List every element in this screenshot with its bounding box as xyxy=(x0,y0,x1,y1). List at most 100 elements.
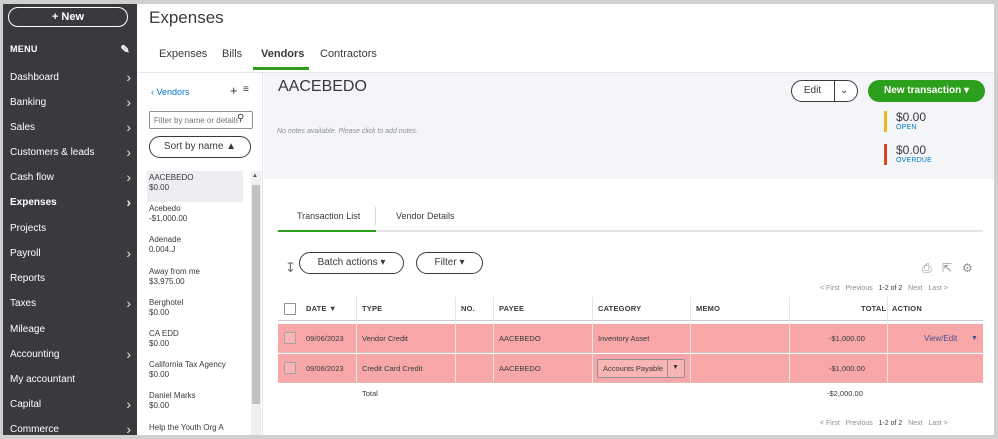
new-button[interactable]: + New xyxy=(8,7,128,27)
edit-button[interactable]: Edit ⌄ xyxy=(791,80,858,102)
vendor-list-item[interactable]: Daniel Marks $0.00 xyxy=(149,389,245,420)
pager-first: < First xyxy=(820,420,840,427)
tab-transaction-list[interactable]: Transaction List xyxy=(297,211,360,221)
batch-actions-label: Batch actions xyxy=(317,257,378,268)
vendor-list-item[interactable]: Berghotel $0.00 xyxy=(149,296,245,327)
sidebar-item-my-accountant[interactable]: My accountant xyxy=(10,369,133,391)
sort-arrow-icon[interactable]: ↧ xyxy=(285,260,296,276)
vendor-name: Daniel Marks xyxy=(149,391,196,400)
vendor-list-item[interactable]: Help the Youth Org A xyxy=(149,421,245,435)
divider xyxy=(277,230,983,232)
sidebar-item-payroll[interactable]: Payroll › xyxy=(10,243,133,265)
table-total-row: Total -$2,000.00 xyxy=(278,382,983,404)
chevron-right-icon: › xyxy=(126,421,131,437)
sidebar-item-capital[interactable]: Capital › xyxy=(10,394,133,416)
table-row[interactable]: 09/06/2023 Vendor Credit AACEBEDO Invent… xyxy=(278,324,983,353)
vendor-list-item[interactable]: Acebedo -$1,000.00 xyxy=(149,202,245,233)
sidebar-item-label: Taxes xyxy=(10,298,37,309)
view-edit-link[interactable]: View/Edit xyxy=(924,334,957,343)
total-label: Total xyxy=(362,389,378,398)
sidebar-item-projects[interactable]: Projects xyxy=(10,218,133,240)
column-header-payee[interactable]: PAYEE xyxy=(499,304,524,313)
column-header-no[interactable]: NO. xyxy=(461,304,475,313)
cell-payee: AACEBEDO xyxy=(499,364,541,373)
filter-button[interactable]: Filter ▾ xyxy=(416,252,483,274)
chevron-right-icon: › xyxy=(126,194,131,210)
column-header-date[interactable]: DATE ▼ xyxy=(306,304,337,313)
sidebar-item-reports[interactable]: Reports xyxy=(10,268,133,290)
sort-by-name-button[interactable]: Sort by name ▲ xyxy=(149,136,251,158)
gear-icon[interactable]: ⚙ xyxy=(962,261,973,275)
tab-expenses[interactable]: Expenses xyxy=(159,48,207,70)
total-value: -$2,000.00 xyxy=(827,389,863,398)
menu-header: MENU ✎ xyxy=(10,44,132,60)
sidebar-item-commerce[interactable]: Commerce › xyxy=(10,419,133,437)
sidebar-item-dashboard[interactable]: Dashboard › xyxy=(10,67,133,89)
print-icon[interactable]: ⎙ xyxy=(922,261,932,276)
chevron-down-icon[interactable]: ▼ xyxy=(971,335,978,342)
pager-next: Next xyxy=(908,420,923,427)
chevron-right-icon: › xyxy=(126,144,131,160)
sidebar-item-sales[interactable]: Sales › xyxy=(10,117,133,139)
cell-total: -$1,000.00 xyxy=(829,334,865,343)
edit-label: Edit xyxy=(803,85,822,96)
vendor-name: California Tax Agency xyxy=(149,360,226,369)
sidebar-item-banking[interactable]: Banking › xyxy=(10,92,133,114)
sidebar-item-label: Accounting xyxy=(10,349,60,360)
category-select[interactable]: Accounts Payable ▼ xyxy=(597,359,685,378)
sidebar-item-expenses[interactable]: Expenses › xyxy=(10,192,133,214)
sidebar-item-mileage[interactable]: Mileage xyxy=(10,319,133,341)
sidebar-item-cash-flow[interactable]: Cash flow › xyxy=(10,167,133,189)
select-all-checkbox[interactable] xyxy=(284,303,296,315)
column-divider xyxy=(356,297,357,383)
sidebar-item-customers-leads[interactable]: Customers & leads › xyxy=(10,142,133,164)
chevron-right-icon: › xyxy=(126,295,131,311)
pencil-icon[interactable]: ✎ xyxy=(120,43,130,56)
scrollbar-thumb[interactable] xyxy=(252,185,260,404)
pager-last: Last > xyxy=(928,420,948,427)
vendor-notes[interactable]: No notes available. Please click to add … xyxy=(277,128,418,135)
vendor-list-item[interactable]: Adenade 0.004.J xyxy=(149,233,245,264)
vendor-list-item[interactable]: California Tax Agency $0.00 xyxy=(149,358,245,389)
sidebar-item-taxes[interactable]: Taxes › xyxy=(10,293,133,315)
new-transaction-button[interactable]: New transaction ▾ xyxy=(868,80,985,102)
table-row[interactable]: 09/06/2023 Credit Card Credit AACEBEDO A… xyxy=(278,354,983,383)
pager-first: < First xyxy=(820,285,840,292)
add-vendor-icon[interactable]: + xyxy=(230,83,238,98)
divider xyxy=(667,360,668,377)
export-icon[interactable]: ⇱ xyxy=(942,261,952,275)
chevron-down-icon[interactable]: ▼ xyxy=(672,364,679,371)
chevron-down-icon[interactable]: ⌄ xyxy=(840,81,848,101)
tab-vendor-details[interactable]: Vendor Details xyxy=(396,211,455,221)
tab-bills[interactable]: Bills xyxy=(222,48,242,70)
column-header-memo[interactable]: MEMO xyxy=(696,304,720,313)
column-header-total[interactable]: TOTAL xyxy=(861,304,886,313)
column-divider xyxy=(690,297,691,383)
scroll-up-icon[interactable]: ▲ xyxy=(252,173,258,179)
new-transaction-label: New transaction xyxy=(883,85,962,96)
chevron-right-icon: › xyxy=(126,396,131,412)
sidebar-item-label: My accountant xyxy=(10,374,76,385)
sidebar-item-accounting[interactable]: Accounting › xyxy=(10,344,133,366)
sidebar-item-label: Dashboard xyxy=(10,72,59,83)
column-header-category[interactable]: CATEGORY xyxy=(598,304,641,313)
batch-actions-button[interactable]: Batch actions ▾ xyxy=(299,252,404,274)
tab-contractors[interactable]: Contractors xyxy=(320,48,377,70)
sidebar-item-label: Expenses xyxy=(10,197,57,208)
back-to-vendors-link[interactable]: ‹ Vendors xyxy=(151,87,190,97)
column-divider xyxy=(887,297,888,383)
table-header-row: DATE ▼ TYPE NO. PAYEE CATEGORY MEMO TOTA… xyxy=(278,297,983,321)
vendor-list-item[interactable]: Away from me $3,975.00 xyxy=(149,265,245,296)
vendor-balance: $0.00 xyxy=(149,183,170,192)
vendor-list-item[interactable]: CA EDD $0.00 xyxy=(149,327,245,358)
column-header-type[interactable]: TYPE xyxy=(362,304,382,313)
sidebar-item-label: Sales xyxy=(10,122,36,133)
chevron-right-icon: › xyxy=(126,119,131,135)
row-checkbox[interactable] xyxy=(284,362,296,374)
sidebar-item-label: Banking xyxy=(10,97,47,108)
vendor-list-item[interactable]: AACEBEDO $0.00 xyxy=(147,171,243,202)
sidebar-item-label: Projects xyxy=(10,223,47,234)
list-menu-icon[interactable]: ≡ xyxy=(243,84,249,95)
pager-top: < First Previous 1-2 of 2 Next Last > xyxy=(820,285,948,292)
row-checkbox[interactable] xyxy=(284,332,296,344)
